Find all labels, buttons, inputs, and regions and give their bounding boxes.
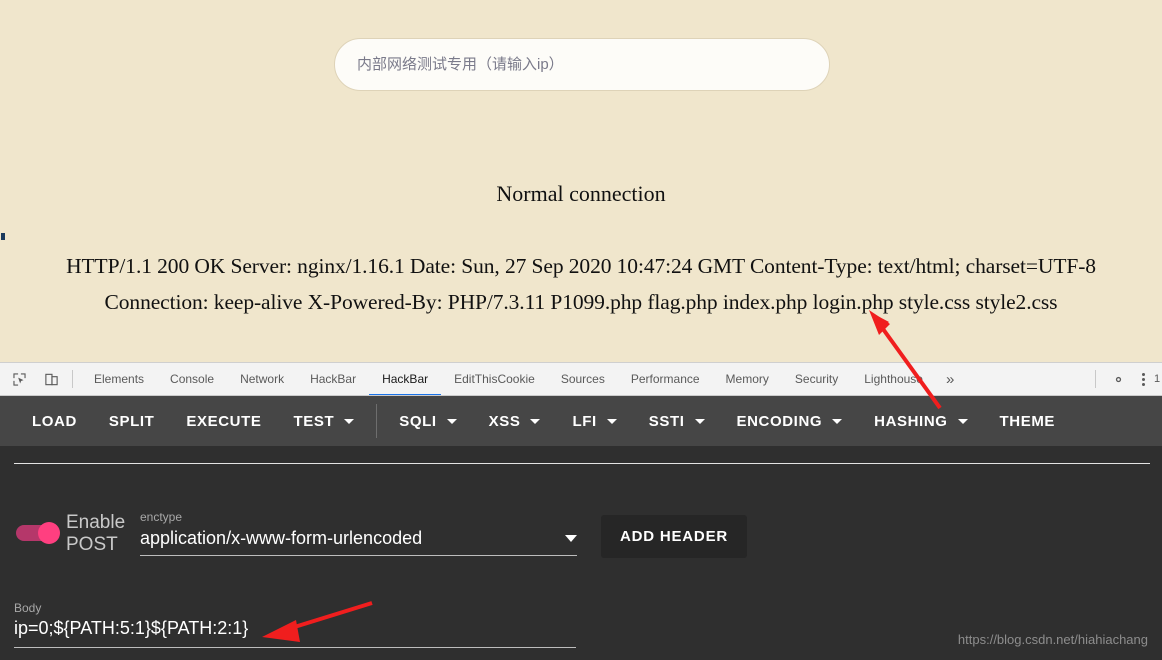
devtools-tab-bar: Elements Console Network HackBar HackBar… [0,362,1162,396]
inspect-element-icon[interactable] [6,366,32,392]
hackbar-test-menu[interactable]: TEST [277,396,370,446]
tab-memory[interactable]: Memory [713,363,782,395]
gear-icon[interactable] [1104,372,1132,387]
body-label: Body [14,601,42,615]
enable-post-toggle[interactable] [16,522,62,544]
chevron-down-icon [446,418,457,424]
chevron-down-icon [344,418,355,424]
hackbar-ssti-label: SSTI [648,412,685,430]
tab-hackbar-2-active[interactable]: HackBar [369,363,442,395]
hackbar-test-label: TEST [293,412,335,430]
post-body-field[interactable]: Body ip=0;${PATH:5:1}${PATH:2:1} [14,601,576,648]
chevron-down-icon [530,418,541,424]
hackbar-load-label: LOAD [32,412,77,430]
hackbar-theme-menu[interactable]: THEME [984,396,1072,446]
tab-hackbar-1[interactable]: HackBar [297,363,369,395]
hackbar-execute-label: EXECUTE [186,412,262,430]
toggle-knob [38,522,60,544]
http-response-text: HTTP/1.1 200 OK Server: nginx/1.16.1 Dat… [66,254,1096,314]
post-settings-row: Enable POST enctype application/x-www-fo… [0,506,1162,576]
hackbar-panel: Enable POST enctype application/x-www-fo… [0,446,1162,660]
hackbar-toolbar: LOAD SPLIT EXECUTE TEST SQLI XSS LFI SST… [0,396,1162,446]
ip-input-wrapper [334,38,830,91]
enctype-value-row[interactable]: application/x-www-form-urlencoded [140,528,577,556]
chevron-down-icon[interactable] [565,535,577,542]
hackbar-sqli-label: SQLI [399,412,437,430]
chevron-down-icon [606,418,617,424]
body-value[interactable]: ip=0;${PATH:5:1}${PATH:2:1} [14,618,576,648]
chevron-down-icon [832,418,843,424]
tab-elements[interactable]: Elements [81,363,157,395]
more-options-kebab-icon[interactable] [1132,372,1154,386]
add-header-button[interactable]: ADD HEADER [601,515,748,558]
url-field-clipped[interactable] [14,446,1150,461]
hackbar-lfi-menu[interactable]: LFI [556,396,632,446]
hackbar-xss-menu[interactable]: XSS [473,396,557,446]
tab-console[interactable]: Console [157,363,227,395]
hackbar-encoding-menu[interactable]: ENCODING [721,396,859,446]
hackbar-lfi-label: LFI [572,412,597,430]
watermark-url: https://blog.csdn.net/hiahiachang [957,632,1148,647]
hackbar-execute-button[interactable]: EXECUTE [170,396,277,446]
enctype-select-field[interactable]: enctype application/x-www-form-urlencode… [140,510,577,556]
hackbar-hashing-menu[interactable]: HASHING [858,396,983,446]
enable-post-label: Enable POST [66,512,126,555]
chevron-down-icon [957,418,968,424]
enctype-label: enctype [140,510,183,524]
tab-editthiscookie[interactable]: EditThisCookie [441,363,548,395]
hackbar-theme-label: THEME [999,412,1056,430]
hackbar-split-label: SPLIT [108,412,155,430]
devtools-toolbar-right: 1 [1087,370,1162,388]
hackbar-xss-label: XSS [488,412,521,430]
more-tabs-chevron-icon[interactable]: » [936,371,964,388]
left-margin-marker [1,233,5,240]
hackbar-ssti-menu[interactable]: SSTI [633,396,721,446]
device-toolbar-toggle-icon[interactable] [38,366,64,392]
url-field-underline [14,463,1150,464]
enctype-value: application/x-www-form-urlencoded [140,528,423,548]
tab-network[interactable]: Network [227,363,297,395]
tab-security[interactable]: Security [782,363,851,395]
hackbar-encoding-label: ENCODING [736,412,823,430]
hackbar-toolbar-divider [376,404,378,438]
hackbar-sqli-menu[interactable]: SQLI [383,396,472,446]
hackbar-split-button[interactable]: SPLIT [93,396,171,446]
hackbar-hashing-label: HASHING [874,412,948,430]
connection-status-heading: Normal connection [496,181,666,206]
toolbar-divider [72,370,73,388]
browser-viewport: Normal connection HTTP/1.1 200 OK Server… [0,0,1162,362]
hackbar-load-button[interactable]: LOAD [16,396,93,446]
screenshot-root: Normal connection HTTP/1.1 200 OK Server… [0,0,1162,660]
tabbar-clipped-edge: 1 [1154,373,1161,385]
ip-input[interactable] [334,38,830,91]
chevron-down-icon [694,418,705,424]
tab-performance[interactable]: Performance [618,363,713,395]
tab-lighthouse[interactable]: Lighthouse [851,363,936,395]
tab-sources[interactable]: Sources [548,363,618,395]
toolbar-divider-right [1095,370,1096,388]
